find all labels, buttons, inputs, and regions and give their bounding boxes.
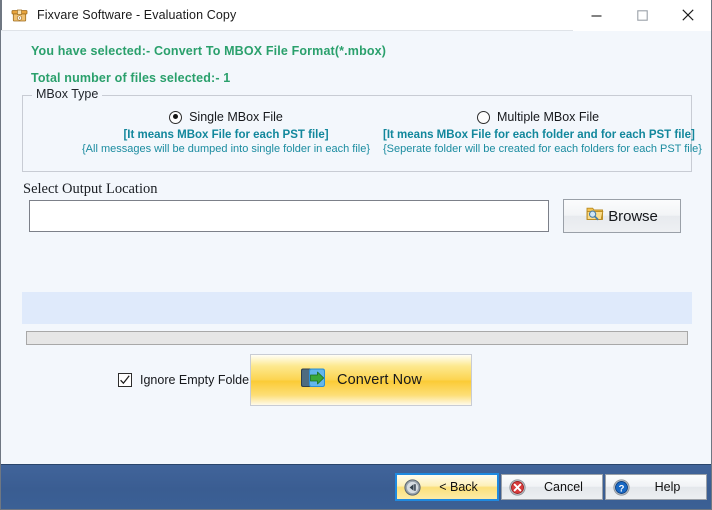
- output-location-input[interactable]: [29, 200, 549, 232]
- footer-bar: < Back Cancel ? Help: [1, 464, 711, 509]
- archive-box-icon: [11, 7, 28, 24]
- browse-button-label: Browse: [608, 207, 658, 225]
- file-count-text: Total number of files selected:- 1: [31, 70, 231, 85]
- ignore-empty-folders-label: Ignore Empty Folders: [140, 373, 260, 387]
- minimize-icon[interactable]: [573, 0, 619, 31]
- selection-summary: You have selected:- Convert To MBOX File…: [1, 45, 711, 84]
- radio-single-mbox-file[interactable]: [169, 110, 183, 124]
- progress-bar: [26, 331, 688, 345]
- svg-text:?: ?: [619, 483, 625, 494]
- ignore-empty-folders-row[interactable]: Ignore Empty Folders: [118, 373, 260, 387]
- convert-now-button[interactable]: Convert Now: [250, 354, 472, 406]
- single-mbox-note-sub: {All messages will be dumped into single…: [82, 143, 370, 156]
- ignore-empty-folders-checkbox[interactable]: [118, 373, 132, 387]
- status-list-panel: [22, 292, 692, 324]
- rewind-icon: [404, 478, 421, 496]
- help-question-icon: ?: [613, 478, 630, 496]
- cancel-button-label: Cancel: [544, 480, 583, 494]
- mbox-type-group-title: MBox Type: [32, 88, 103, 101]
- radio-multiple-mbox-label: Multiple MBox File: [496, 110, 600, 124]
- help-button[interactable]: ? Help: [605, 474, 707, 500]
- output-location-label: Select Output Location: [23, 181, 158, 197]
- window-left-edge: [1, 0, 2, 30]
- multiple-mbox-note-sub: {Seperate folder will be created for eac…: [383, 143, 702, 156]
- window-title: Fixvare Software - Evaluation Copy: [37, 8, 237, 22]
- radio-row-single[interactable]: Single MBox File: [23, 110, 429, 124]
- title-bar: Fixvare Software - Evaluation Copy: [1, 0, 711, 31]
- mbox-option-single[interactable]: Single MBox File [It means MBox File for…: [23, 110, 429, 157]
- convert-now-label: Convert Now: [337, 372, 422, 388]
- radio-single-mbox-label: Single MBox File: [189, 110, 283, 124]
- convert-arrow-icon: [300, 366, 326, 395]
- help-button-label: Help: [654, 480, 681, 494]
- single-mbox-note-bold: [It means MBox File for each PST file]: [123, 129, 329, 141]
- window-controls: [573, 0, 711, 31]
- maximize-icon[interactable]: [619, 0, 665, 31]
- browse-button[interactable]: Browse: [563, 199, 681, 233]
- cancel-x-icon: [509, 478, 526, 496]
- application-window: Fixvare Software - Evaluation Copy You h…: [0, 0, 712, 510]
- back-button[interactable]: < Back: [395, 473, 499, 501]
- back-button-label: < Back: [439, 480, 478, 494]
- mbox-type-group: MBox Type Single MBox File [It means MBo…: [22, 88, 702, 172]
- radio-row-multiple[interactable]: Multiple MBox File: [383, 110, 693, 124]
- selected-format-text: You have selected:- Convert To MBOX File…: [31, 44, 387, 58]
- mbox-option-multiple[interactable]: Multiple MBox File [It means MBox File f…: [383, 110, 702, 157]
- folder-search-icon: [586, 205, 605, 227]
- radio-multiple-mbox-file[interactable]: [476, 110, 490, 124]
- cancel-button[interactable]: Cancel: [501, 474, 603, 500]
- close-icon[interactable]: [665, 0, 711, 31]
- multiple-mbox-note-bold: [It means MBox File for each folder and …: [383, 129, 695, 141]
